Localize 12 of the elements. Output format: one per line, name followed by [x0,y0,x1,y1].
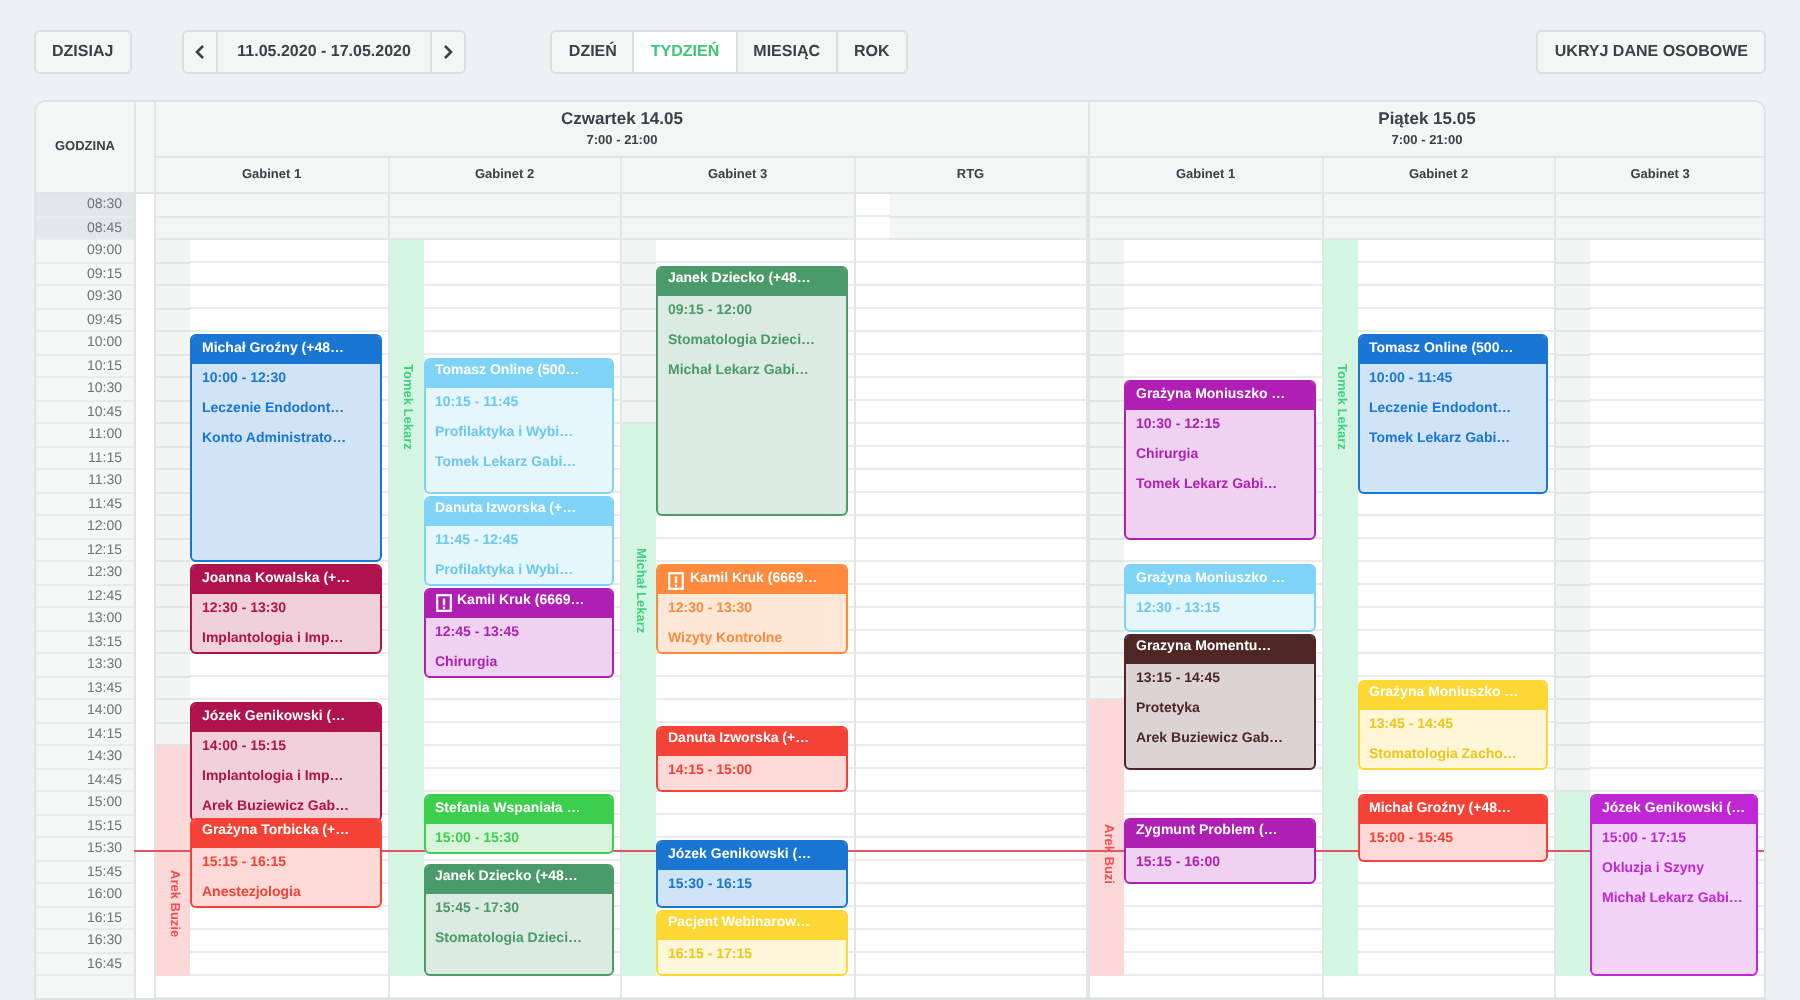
day-title: Piątek 15.05 [1378,106,1476,132]
date-range: 11.05.2020 - 17.05.2020 [215,30,433,74]
day-title: Czwartek 14.05 [561,106,683,132]
view-tab[interactable]: MIESIĄC [735,30,838,74]
hide-personal-data-button[interactable]: UKRYJ DANE OSOBOWE [1536,30,1766,74]
next-button[interactable] [430,30,467,74]
chevron-left-icon [193,44,206,60]
chevron-right-icon [442,44,455,60]
today-button[interactable]: DZISIAJ [34,30,132,74]
view-tab[interactable]: ROK [836,30,908,74]
previous-button[interactable] [181,30,218,74]
view-tab[interactable]: DZIEŃ [550,30,635,74]
